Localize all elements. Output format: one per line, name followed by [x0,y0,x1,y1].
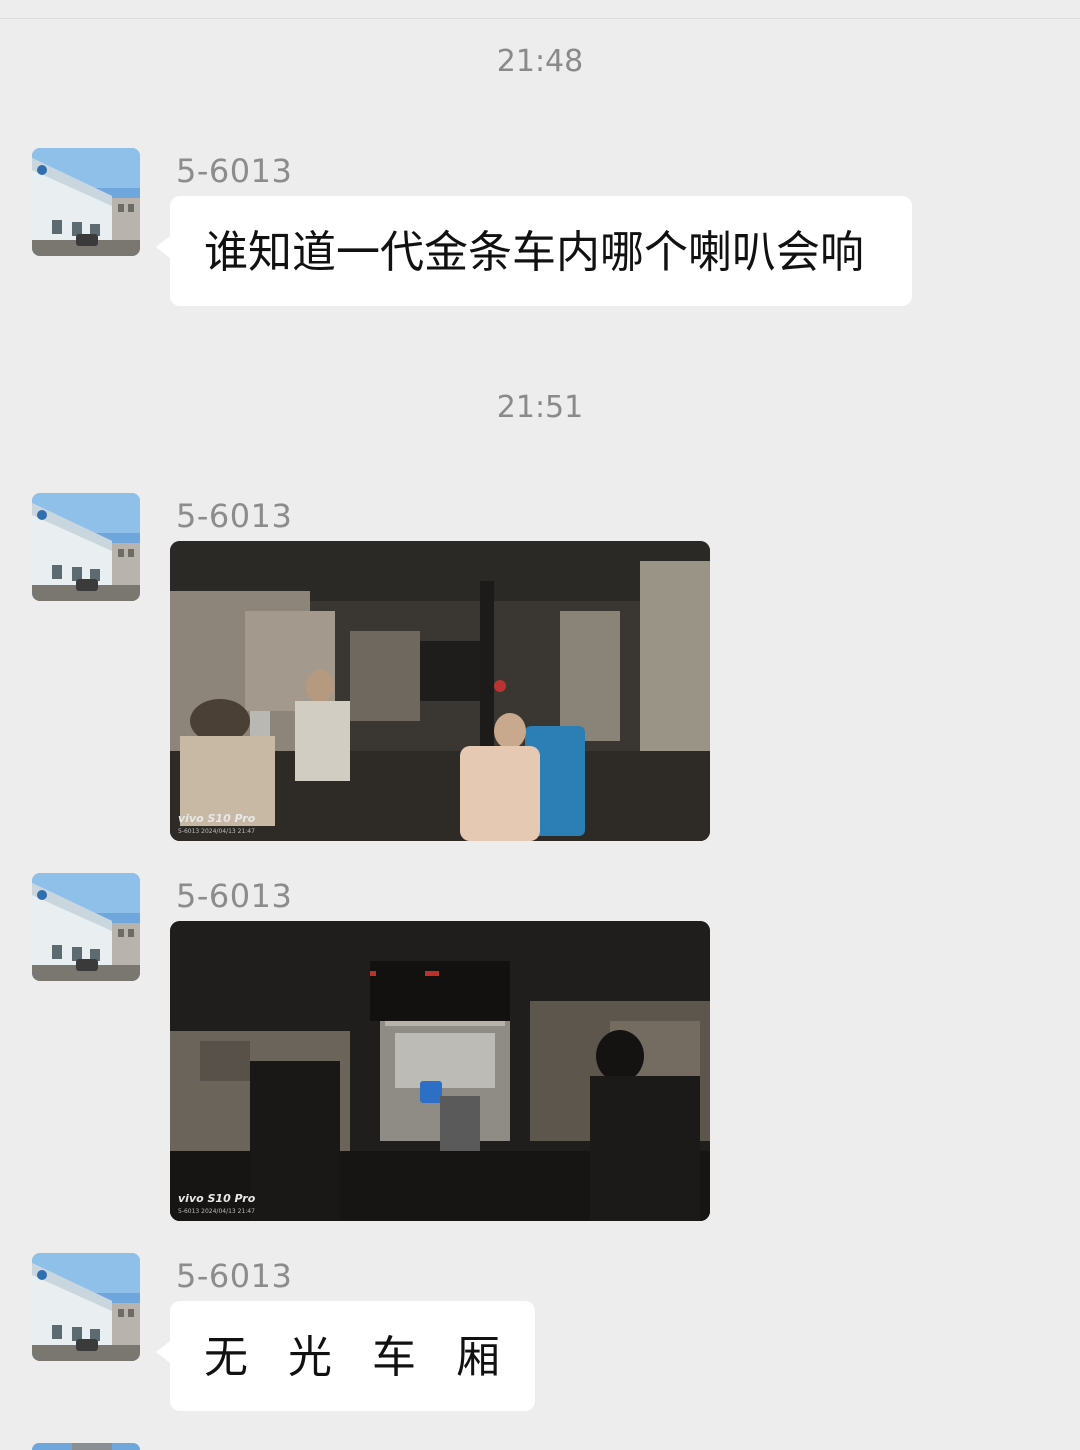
timestamp: 21:48 [496,44,584,79]
message-text: 谁知道一代金条车内哪个喇叭会响 [204,227,864,278]
bus-dark-interior-photo[interactable]: vivo S10 Pro 5-6013 2024/04/13 21:47 [170,921,710,1221]
avatar[interactable] [32,873,140,981]
photo-watermark: vivo S10 Pro [178,812,256,825]
avatar[interactable] [32,493,140,601]
sender-name: 5-6013 [176,152,293,190]
avatar[interactable] [32,1443,140,1450]
timestamp: 21:51 [496,390,584,425]
sender-name: 5-6013 [176,877,293,915]
photo-watermark-detail: 5-6013 2024/04/13 21:47 [178,828,255,835]
photo-watermark-detail: 5-6013 2024/04/13 21:47 [178,1208,255,1215]
avatar[interactable] [32,1253,140,1361]
sender-name: 5-6013 [176,1257,293,1295]
photo-watermark: vivo S10 Pro [178,1192,256,1205]
message-bubble[interactable]: 无光车厢 [156,1301,535,1411]
sender-name: 5-6013 [176,497,293,535]
top-divider [0,18,1080,19]
avatar[interactable] [32,148,140,256]
message-text: 无光车厢 [204,1332,540,1383]
bus-interior-photo[interactable]: vivo S10 Pro 5-6013 2024/04/13 21:47 [170,541,710,841]
message-bubble[interactable]: 谁知道一代金条车内哪个喇叭会响 [156,196,912,306]
